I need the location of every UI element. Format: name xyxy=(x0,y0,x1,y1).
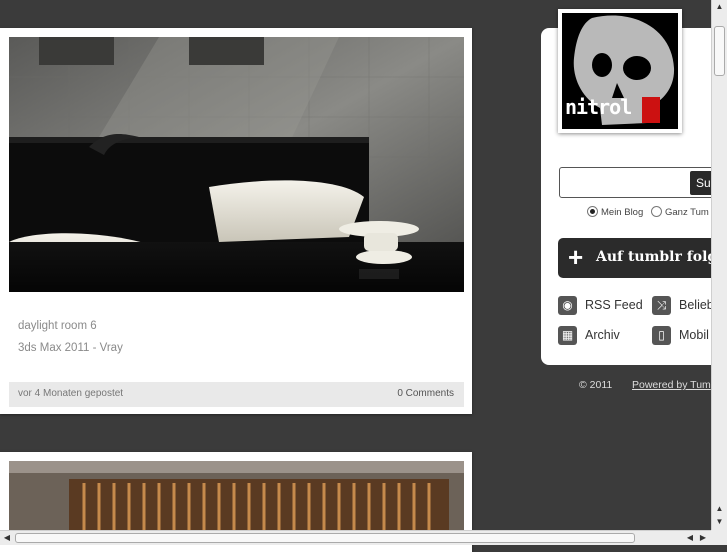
scroll-down-icon[interactable]: ▼ xyxy=(714,516,725,528)
scrollbar-corner xyxy=(711,530,727,545)
archive-icon: ▦ xyxy=(558,326,577,345)
post-caption-title: daylight room 6 xyxy=(18,320,97,332)
scroll-up-icon[interactable]: ▲ xyxy=(714,1,725,13)
post-meta-bar: vor 4 Monaten gepostet 0 Comments xyxy=(9,382,464,407)
scroll-up-icon[interactable]: ▲ xyxy=(714,503,725,515)
scope-all-tumblr-label: Ganz Tum xyxy=(665,207,709,218)
follow-on-tumblr-button[interactable]: + Auf tumblr folg xyxy=(558,238,727,278)
rss-feed-label: RSS Feed xyxy=(585,297,643,312)
shuffle-icon: ⤨ xyxy=(652,296,671,315)
scroll-right-icon[interactable]: ▶ xyxy=(697,532,709,544)
powered-by-tumblr-link[interactable]: Powered by Tum xyxy=(632,379,711,391)
scope-my-blog-label: Mein Blog xyxy=(601,207,644,218)
post-caption-subtitle: 3ds Max 2011 - Vray xyxy=(18,342,123,354)
post-photo[interactable] xyxy=(9,461,464,541)
copyright-text: © 2011 xyxy=(579,379,613,391)
rss-icon: ◉ xyxy=(558,296,577,315)
scroll-left-icon[interactable]: ◀ xyxy=(1,532,13,544)
post-card: daylight room 6 3ds Max 2011 - Vray vor … xyxy=(0,28,472,414)
plus-icon: + xyxy=(568,242,584,272)
mobile-label: Mobil xyxy=(679,327,709,342)
comments-link[interactable]: 0 Comments xyxy=(397,388,454,399)
interior-render-image xyxy=(9,461,464,541)
popular-link[interactable]: ⤨ Belieb xyxy=(652,296,714,315)
popular-label: Belieb xyxy=(679,297,714,312)
vertical-scroll-thumb[interactable] xyxy=(714,26,725,76)
post-date[interactable]: vor 4 Monaten gepostet xyxy=(18,388,123,399)
horizontal-scrollbar[interactable]: ◀ ◀ ▶ xyxy=(0,530,711,545)
blog-avatar[interactable]: nitrol xyxy=(558,9,682,133)
post-photo-daylight-room[interactable] xyxy=(9,37,464,292)
scroll-left-icon[interactable]: ◀ xyxy=(684,532,696,544)
skull-avatar-image: nitrol xyxy=(562,13,678,129)
mobile-link[interactable]: ▯ Mobil xyxy=(652,326,709,345)
archive-label: Archiv xyxy=(585,327,620,342)
radio-selected-icon[interactable] xyxy=(587,206,598,217)
scope-all-tumblr[interactable]: Ganz Tum xyxy=(651,206,709,218)
mobile-icon: ▯ xyxy=(652,326,671,345)
archive-link[interactable]: ▦ Archiv xyxy=(558,326,620,345)
vertical-scrollbar[interactable]: ▲ ▲ ▼ xyxy=(711,0,727,530)
horizontal-scroll-thumb[interactable] xyxy=(15,533,635,543)
radio-unselected-icon[interactable] xyxy=(651,206,662,217)
avatar-text: nitrol xyxy=(565,95,632,119)
rss-feed-link[interactable]: ◉ RSS Feed xyxy=(558,296,643,315)
follow-button-label: Auf tumblr folg xyxy=(596,249,718,265)
scope-my-blog[interactable]: Mein Blog xyxy=(587,206,643,218)
room-render-image xyxy=(9,37,464,292)
